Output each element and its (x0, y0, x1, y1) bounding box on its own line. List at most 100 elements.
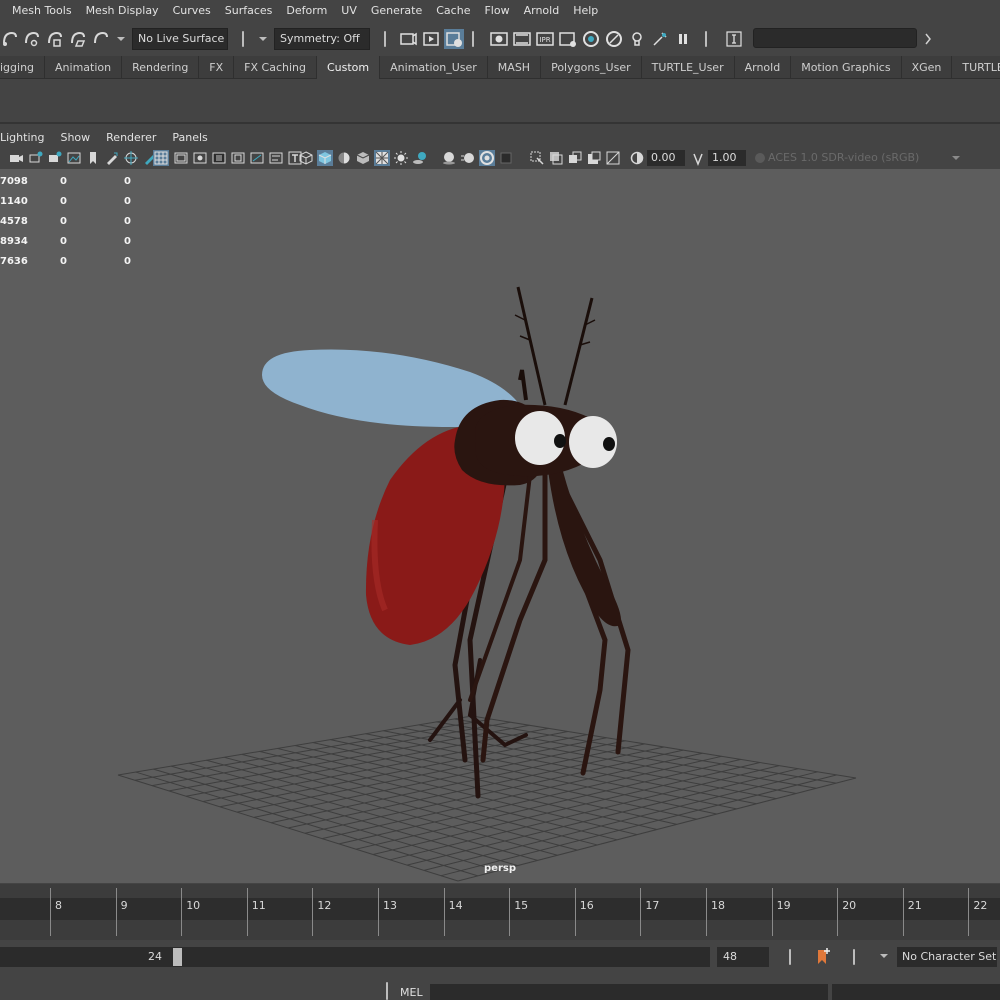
arnold-render-view-icon[interactable] (581, 29, 601, 49)
shadows-icon[interactable] (412, 150, 428, 166)
safe-title-icon[interactable] (268, 150, 284, 166)
tab-motion-graphics[interactable]: Motion Graphics (791, 56, 902, 79)
tab-fx-caching[interactable]: FX Caching (234, 56, 317, 79)
light-icon[interactable] (393, 150, 409, 166)
mel-command-input[interactable] (430, 984, 828, 1000)
anti-aliasing-icon[interactable] (479, 150, 495, 166)
xray-icon[interactable] (548, 150, 564, 166)
open-render-view-icon[interactable] (398, 29, 418, 49)
camera-attributes-icon[interactable] (28, 150, 44, 166)
menu-flow[interactable]: Flow (478, 0, 517, 22)
snap-to-curve-icon[interactable] (22, 29, 42, 49)
grease-pencil-icon[interactable] (104, 150, 120, 166)
field-chart-icon[interactable] (230, 150, 246, 166)
view-transform-icon[interactable] (752, 150, 768, 166)
gamma-field[interactable]: 1.00 (708, 150, 746, 166)
range-slider-handle[interactable] (173, 948, 182, 966)
menu-mesh-display[interactable]: Mesh Display (80, 0, 167, 22)
chevron-down-icon[interactable] (115, 29, 127, 49)
mosquito-model[interactable] (262, 286, 631, 799)
snap-to-grid-icon[interactable] (0, 29, 20, 49)
tab-mash[interactable]: MASH (488, 56, 542, 79)
color-space-dropdown[interactable]: ACES 1.0 SDR-video (sRGB) (768, 150, 968, 166)
range-end-field[interactable]: 48 (717, 947, 769, 967)
tab-rigging[interactable]: igging (0, 56, 46, 79)
quick-select-field[interactable] (753, 28, 917, 48)
safe-action-icon[interactable] (249, 150, 265, 166)
resolution-gate-icon[interactable] (192, 150, 208, 166)
scene-canvas[interactable] (0, 169, 1000, 883)
menu-help[interactable]: Help (567, 0, 606, 22)
use-all-lights-icon[interactable] (374, 150, 390, 166)
range-slider-bar[interactable] (0, 947, 710, 967)
input-line-icon[interactable] (724, 29, 744, 49)
render-view-settings-icon[interactable] (558, 29, 578, 49)
panel-menu-panels[interactable]: Panels (164, 131, 215, 144)
character-set-field[interactable]: No Character Set (897, 947, 997, 967)
gate-mask-icon[interactable] (211, 150, 227, 166)
snap-to-view-plane-icon[interactable] (68, 29, 88, 49)
bookmark-flag-icon[interactable] (85, 150, 101, 166)
tab-polygons-user[interactable]: Polygons_User (541, 56, 642, 79)
grid-icon[interactable] (153, 150, 169, 166)
menu-mesh-tools[interactable]: Mesh Tools (0, 0, 80, 22)
menu-arnold[interactable]: Arnold (518, 0, 568, 22)
render-settings-icon[interactable] (444, 29, 464, 49)
tab-turtle[interactable]: TURTLE (952, 56, 1000, 79)
xray-joints-icon[interactable] (567, 150, 583, 166)
pause-icon[interactable] (673, 29, 693, 49)
panel-menu-lighting[interactable]: Lighting (0, 131, 52, 144)
snap-to-point-icon[interactable] (45, 29, 65, 49)
isolate-select-icon[interactable] (529, 150, 545, 166)
screen-space-ao-icon[interactable] (441, 150, 457, 166)
wireframe-on-shaded-icon[interactable] (336, 150, 352, 166)
menu-surfaces[interactable]: Surfaces (219, 0, 281, 22)
menu-deform[interactable]: Deform (280, 0, 335, 22)
tab-arnold[interactable]: Arnold (735, 56, 792, 79)
chevron-right-icon[interactable] (922, 29, 934, 49)
xray-active-icon[interactable] (586, 150, 602, 166)
image-plane-icon[interactable] (66, 150, 82, 166)
render-current-frame-icon[interactable] (421, 29, 441, 49)
tab-custom[interactable]: Custom (316, 56, 381, 79)
time-slider[interactable]: 8 9 10 11 12 13 14 15 16 17 18 19 20 21 22 (0, 884, 1000, 940)
make-live-icon[interactable] (91, 29, 111, 49)
bookmarks-icon[interactable] (47, 150, 63, 166)
menu-uv[interactable]: UV (335, 0, 365, 22)
panel-menu-renderer[interactable]: Renderer (98, 131, 164, 144)
ipr-render-icon[interactable]: IPR (535, 29, 555, 49)
exposure-field[interactable]: 0.00 (647, 150, 685, 166)
hypershade-icon[interactable] (489, 29, 509, 49)
motion-blur-icon[interactable] (460, 150, 476, 166)
tab-xgen[interactable]: XGen (902, 56, 953, 79)
smooth-shade-icon[interactable] (317, 150, 333, 166)
film-gate-icon[interactable] (173, 150, 189, 166)
camera-icon[interactable] (8, 150, 24, 166)
light-editor-icon[interactable] (627, 29, 647, 49)
exposure-icon[interactable] (629, 150, 645, 166)
viewport-panel[interactable]: 7098 0 0 1140 0 0 4578 0 0 8934 0 0 7636 0 0 (0, 169, 1000, 883)
chevron-down-icon[interactable] (256, 29, 270, 49)
tab-animation-user[interactable]: Animation_User (380, 56, 488, 79)
tab-turtle-user[interactable]: TURTLE_User (642, 56, 735, 79)
arnold-ipr-icon[interactable] (604, 29, 624, 49)
auto-key-icon[interactable] (814, 946, 832, 968)
symmetry-field[interactable]: Symmetry: Off (274, 28, 370, 50)
tab-fx[interactable]: FX (199, 56, 235, 79)
menu-cache[interactable]: Cache (430, 0, 478, 22)
textured-icon[interactable] (355, 150, 371, 166)
menu-curves[interactable]: Curves (167, 0, 219, 22)
tab-rendering[interactable]: Rendering (122, 56, 200, 79)
mel-label[interactable]: MEL (400, 986, 423, 999)
live-surface-field[interactable]: No Live Surface (132, 28, 228, 50)
render-sequence-icon[interactable] (512, 29, 532, 49)
panel-menu-show[interactable]: Show (52, 131, 98, 144)
tab-animation[interactable]: Animation (45, 56, 123, 79)
gamma-icon[interactable] (690, 150, 706, 166)
menu-generate[interactable]: Generate (365, 0, 430, 22)
2d-pan-zoom-icon[interactable] (123, 150, 139, 166)
backface-culling-icon[interactable] (605, 150, 621, 166)
chevron-down-icon[interactable] (877, 950, 891, 964)
wireframe-icon[interactable] (298, 150, 314, 166)
snapshot-icon[interactable] (650, 29, 670, 49)
